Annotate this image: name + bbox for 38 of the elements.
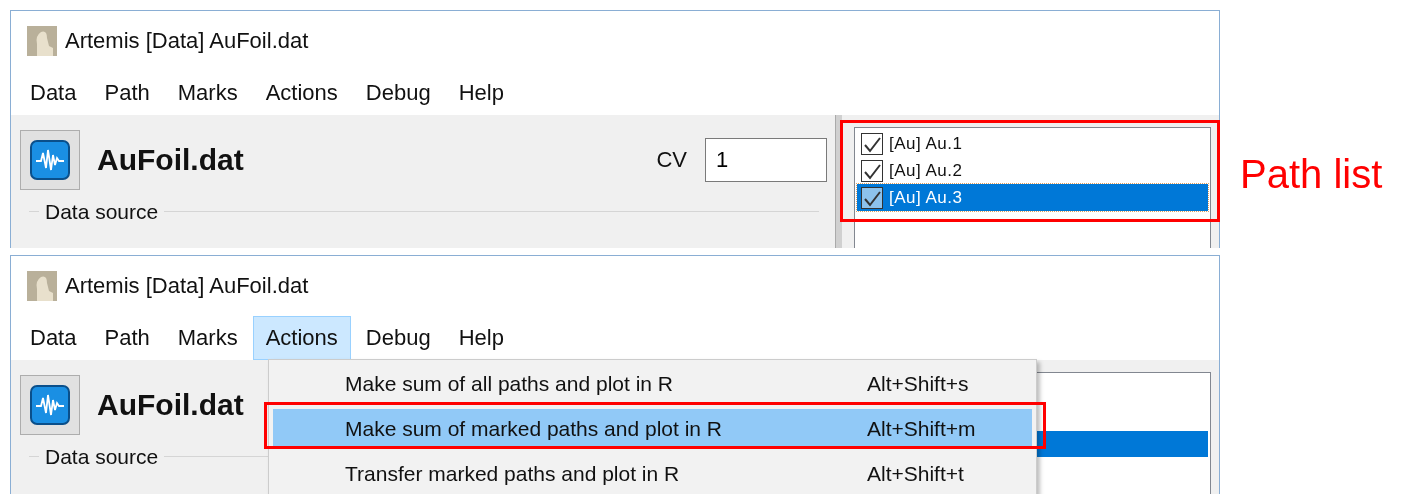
path-list-item[interactable]: [Au] Au.2 [857, 157, 1208, 184]
file-button[interactable] [20, 375, 80, 435]
file-name: AuFoil.dat [97, 388, 244, 422]
path-list-item[interactable]: [Au] Au.1 [857, 130, 1208, 157]
menu-item[interactable]: Marks [164, 316, 251, 360]
window-title: Artemis [Data] AuFoil.dat [65, 273, 309, 299]
checkbox[interactable] [861, 186, 883, 209]
path-label: [Au] Au.1 [889, 133, 963, 154]
cv-field[interactable]: 1 [705, 138, 827, 182]
menu-item[interactable]: Path [91, 316, 163, 360]
menu-item[interactable]: Path [91, 71, 163, 115]
menu-item[interactable]: Help [445, 71, 517, 115]
path-list-item[interactable]: [Au] Au.3 [857, 184, 1208, 211]
statue-icon [27, 26, 57, 56]
waveform-icon [30, 140, 70, 180]
checkbox[interactable] [861, 159, 883, 182]
waveform-icon [30, 385, 70, 425]
menu-entry[interactable]: Make sum of marked paths and plot in R Alt+Shift+m [273, 409, 1032, 449]
annotation-label: Path list [1240, 152, 1383, 197]
menu-entry[interactable]: Make sum of all paths and plot in R Alt+Shift+s [273, 364, 1032, 404]
menu-item[interactable]: Actions [252, 71, 351, 115]
window-title: Artemis [Data] AuFoil.dat [65, 28, 309, 54]
checkbox[interactable] [861, 132, 883, 155]
menu-item[interactable]: Marks [164, 71, 251, 115]
menu-item[interactable]: Data [17, 316, 90, 360]
splitter[interactable] [835, 115, 842, 248]
menu-item[interactable]: Debug [352, 71, 444, 115]
menu-entry[interactable]: Transfer marked paths and plot in R Alt+Shift+t [273, 454, 1032, 494]
menu-item[interactable]: Actions [252, 316, 351, 360]
statue-icon [27, 271, 57, 301]
file-button[interactable] [20, 130, 80, 190]
path-label: [Au] Au.2 [889, 160, 963, 181]
cv-label: CV [656, 147, 687, 173]
menu-item[interactable]: Data [17, 71, 90, 115]
file-name: AuFoil.dat [97, 143, 244, 177]
menu-item[interactable]: Debug [352, 316, 444, 360]
path-label: [Au] Au.3 [889, 187, 963, 208]
menu-item[interactable]: Help [445, 316, 517, 360]
